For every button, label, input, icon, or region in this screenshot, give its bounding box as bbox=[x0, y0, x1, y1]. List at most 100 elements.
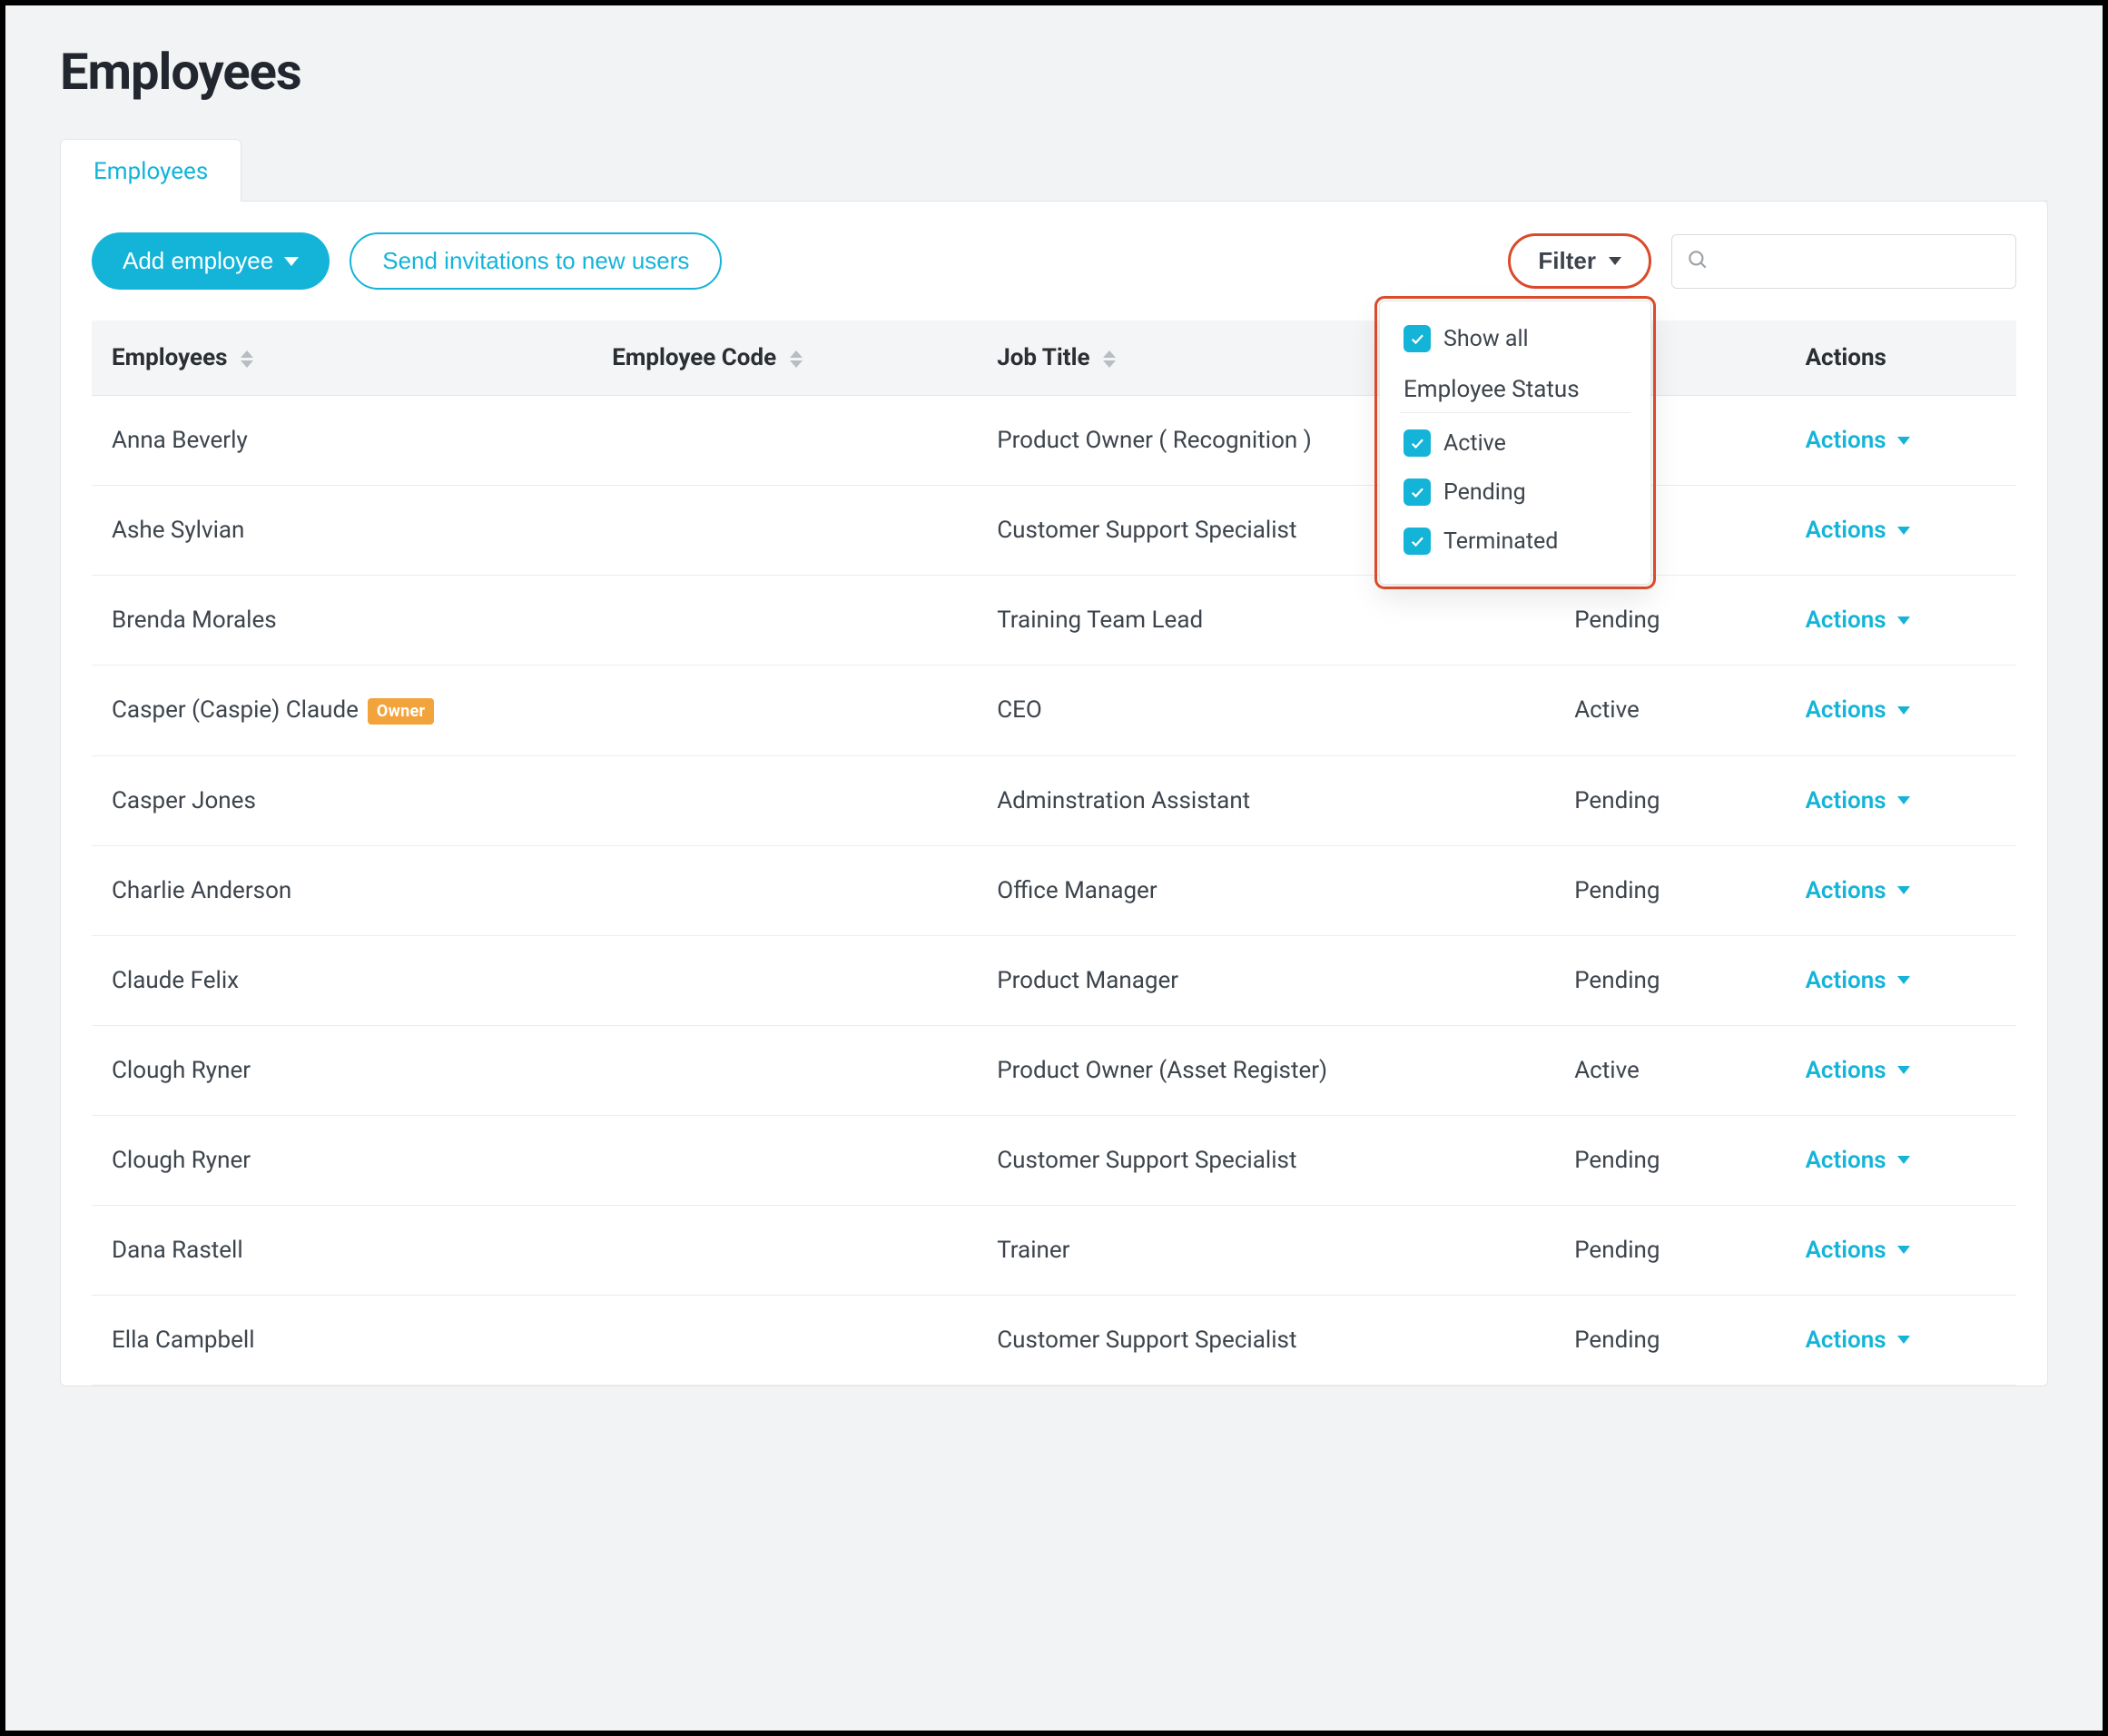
employee-name: Anna Beverly bbox=[112, 427, 248, 454]
main-panel: Add employee Send invitations to new use… bbox=[60, 202, 2048, 1386]
actions-menu-button[interactable]: Actions bbox=[1806, 427, 1910, 454]
employee-name: Clough Ryner bbox=[112, 1147, 251, 1174]
employee-name: Casper Jones bbox=[112, 787, 256, 814]
actions-menu-button[interactable]: Actions bbox=[1806, 967, 1910, 994]
status-cell: Pending bbox=[1554, 845, 1785, 935]
employee-name: Ella Campbell bbox=[112, 1327, 255, 1354]
owner-badge: Owner bbox=[368, 698, 435, 725]
page-title: Employees bbox=[60, 42, 2048, 102]
filter-container: Filter Show all Employee Status bbox=[1508, 233, 1651, 289]
job-title-cell: Training Team Lead bbox=[977, 576, 1554, 666]
status-cell: Pending bbox=[1554, 755, 1785, 845]
column-header-label: Employees bbox=[112, 344, 228, 371]
actions-label: Actions bbox=[1806, 877, 1886, 904]
employee-name-cell: Charlie Anderson bbox=[92, 845, 592, 935]
actions-cell: Actions bbox=[1786, 1115, 2016, 1205]
chevron-down-icon bbox=[1897, 1246, 1910, 1254]
actions-label: Actions bbox=[1806, 517, 1886, 544]
search-icon bbox=[1686, 248, 1709, 275]
table-row: Ella Campbell Customer Support Specialist… bbox=[92, 1295, 2016, 1385]
chevron-down-icon bbox=[1897, 616, 1910, 625]
actions-label: Actions bbox=[1806, 787, 1886, 814]
employee-name-cell: Brenda Morales bbox=[92, 576, 592, 666]
search-input[interactable] bbox=[1671, 234, 2016, 289]
actions-cell: Actions bbox=[1786, 396, 2016, 486]
actions-menu-button[interactable]: Actions bbox=[1806, 1147, 1910, 1174]
sort-icon bbox=[241, 350, 253, 368]
filter-option[interactable]: Pending bbox=[1400, 468, 1630, 517]
chevron-down-icon bbox=[1609, 257, 1621, 265]
actions-menu-button[interactable]: Actions bbox=[1806, 877, 1910, 904]
filter-label: Filter bbox=[1538, 247, 1596, 275]
actions-menu-button[interactable]: Actions bbox=[1806, 607, 1910, 634]
table-row: Anna BeverlyProduct Owner ( Recognition … bbox=[92, 396, 2016, 486]
actions-label: Actions bbox=[1806, 1237, 1886, 1264]
table-row: Casper Jones Adminstration AssistantPendi… bbox=[92, 755, 2016, 845]
column-header-label: Employee Code bbox=[612, 344, 776, 371]
filter-option[interactable]: Terminated bbox=[1400, 517, 1630, 566]
checkbox-checked-icon bbox=[1404, 325, 1431, 352]
filter-show-all-label: Show all bbox=[1443, 326, 1529, 352]
filter-option-label: Terminated bbox=[1443, 528, 1558, 555]
employee-code-cell bbox=[592, 486, 977, 576]
actions-label: Actions bbox=[1806, 1147, 1886, 1174]
status-cell: Pending bbox=[1554, 1115, 1785, 1205]
job-title-cell: Customer Support Specialist bbox=[977, 1295, 1554, 1385]
actions-cell: Actions bbox=[1786, 1205, 2016, 1295]
job-title-cell: Product Owner (Asset Register) bbox=[977, 1025, 1554, 1115]
actions-cell: Actions bbox=[1786, 755, 2016, 845]
chevron-down-icon bbox=[1897, 1156, 1910, 1164]
table-row: Clough RynerCustomer Support SpecialistP… bbox=[92, 1115, 2016, 1205]
filter-show-all[interactable]: Show all bbox=[1400, 314, 1630, 363]
employee-name: Ashe Sylvian bbox=[112, 517, 244, 544]
actions-label: Actions bbox=[1806, 427, 1886, 454]
job-title-cell: Trainer bbox=[977, 1205, 1554, 1295]
employee-name-cell: Ella Campbell bbox=[92, 1295, 592, 1385]
table-row: Casper (Caspie) ClaudeOwnerCEOActiveActi… bbox=[92, 666, 2016, 756]
employee-code-cell bbox=[592, 1025, 977, 1115]
job-title-cell: CEO bbox=[977, 666, 1554, 756]
job-title-cell: Product Manager bbox=[977, 935, 1554, 1025]
filter-option-label: Active bbox=[1443, 430, 1506, 457]
filter-button[interactable]: Filter bbox=[1508, 233, 1651, 289]
actions-menu-button[interactable]: Actions bbox=[1806, 517, 1910, 544]
actions-cell: Actions bbox=[1786, 845, 2016, 935]
send-invitations-button[interactable]: Send invitations to new users bbox=[350, 232, 722, 290]
chevron-down-icon bbox=[1897, 886, 1910, 894]
status-cell: Pending bbox=[1554, 1295, 1785, 1385]
status-cell: Active bbox=[1554, 666, 1785, 756]
tab-employees[interactable]: Employees bbox=[60, 139, 241, 202]
filter-dropdown: Show all Employee Status Active Pending … bbox=[1379, 301, 1651, 585]
chevron-down-icon bbox=[1897, 976, 1910, 984]
send-invitations-label: Send invitations to new users bbox=[382, 247, 689, 275]
employee-code-cell bbox=[592, 935, 977, 1025]
actions-menu-button[interactable]: Actions bbox=[1806, 1057, 1910, 1084]
table-row: Brenda Morales Training Team LeadPending A… bbox=[92, 576, 2016, 666]
column-header-employee-code[interactable]: Employee Code bbox=[592, 321, 977, 396]
employee-code-cell bbox=[592, 1295, 977, 1385]
search-wrap bbox=[1671, 234, 2016, 289]
filter-option[interactable]: Active bbox=[1400, 419, 1630, 468]
table-row: Claude FelixProduct ManagerPendingAction… bbox=[92, 935, 2016, 1025]
chevron-down-icon bbox=[1897, 1336, 1910, 1344]
actions-label: Actions bbox=[1806, 1327, 1886, 1354]
employee-code-cell bbox=[592, 755, 977, 845]
chevron-down-icon bbox=[1897, 796, 1910, 804]
tabs-bar: Employees bbox=[60, 138, 2048, 202]
status-cell: Pending bbox=[1554, 576, 1785, 666]
actions-menu-button[interactable]: Actions bbox=[1806, 787, 1910, 814]
job-title-cell: Office Manager bbox=[977, 845, 1554, 935]
status-cell: Pending bbox=[1554, 935, 1785, 1025]
column-header-label: Job Title bbox=[997, 344, 1089, 371]
filter-option-label: Pending bbox=[1443, 479, 1526, 506]
employee-name: Brenda Morales bbox=[112, 607, 277, 634]
job-title-cell: Adminstration Assistant bbox=[977, 755, 1554, 845]
employee-code-cell bbox=[592, 1115, 977, 1205]
actions-menu-button[interactable]: Actions bbox=[1806, 1327, 1910, 1354]
column-header-employees[interactable]: Employees bbox=[92, 321, 592, 396]
actions-menu-button[interactable]: Actions bbox=[1806, 696, 1910, 724]
toolbar: Add employee Send invitations to new use… bbox=[61, 232, 2047, 321]
actions-menu-button[interactable]: Actions bbox=[1806, 1237, 1910, 1264]
add-employee-button[interactable]: Add employee bbox=[92, 232, 330, 290]
chevron-down-icon bbox=[1897, 706, 1910, 715]
